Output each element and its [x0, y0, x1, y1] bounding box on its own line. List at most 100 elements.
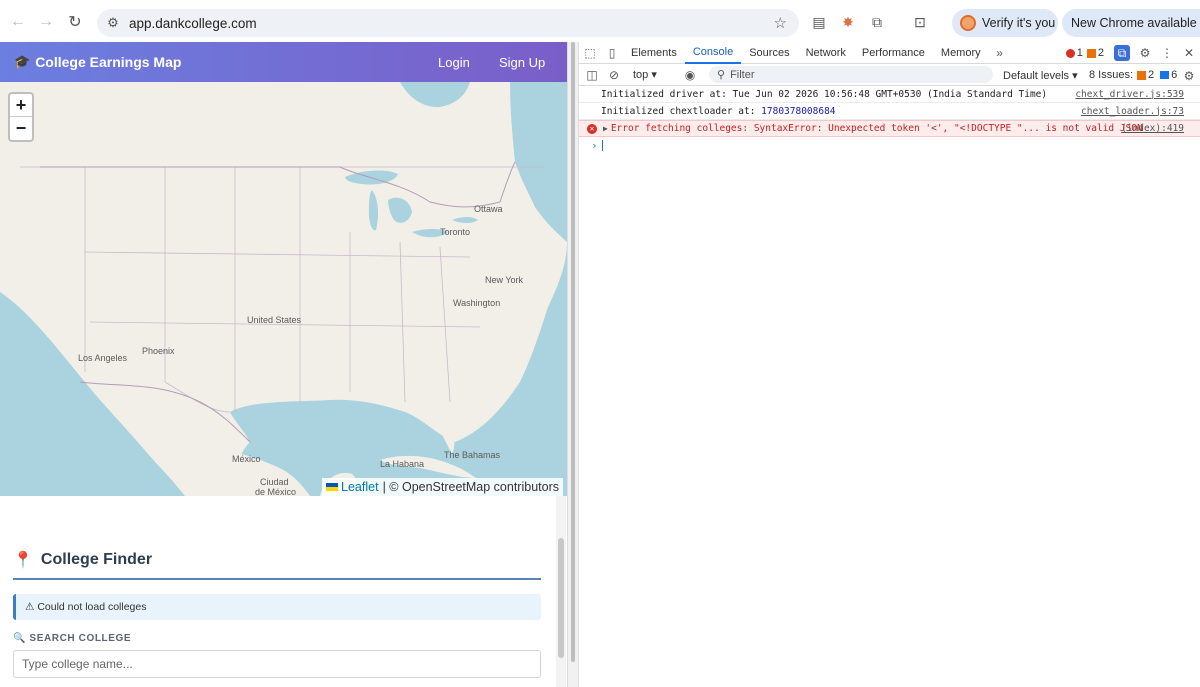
- log-message: Initialized chextloader at:: [601, 105, 762, 117]
- osm-attribution[interactable]: | © OpenStreetMap contributors: [383, 480, 559, 494]
- live-expression-eye-icon[interactable]: ◉: [679, 68, 701, 82]
- ai-assistant-icon[interactable]: ⧉: [1114, 45, 1130, 61]
- inspect-element-icon[interactable]: ⬚: [579, 46, 601, 60]
- log-levels-dropdown[interactable]: Default levels ▾: [1003, 69, 1078, 82]
- map-label-los-angeles: Los Angeles: [78, 353, 128, 363]
- issues-info-icon: [1160, 71, 1170, 79]
- splitter-grip[interactable]: [571, 42, 575, 662]
- devtools-status: 1 2 ⧉ ⚙ ⋮ ✕: [1065, 42, 1200, 64]
- map-label-la-habana: La Habana: [380, 459, 425, 469]
- site-info-icon[interactable]: ⚙: [99, 15, 127, 31]
- log-source-link[interactable]: chext_loader.js:73: [1081, 106, 1184, 117]
- zoom-out-button[interactable]: −: [10, 117, 32, 140]
- graduation-cap-icon: 🎓: [14, 54, 31, 69]
- tab-network[interactable]: Network: [798, 42, 854, 64]
- log-message: Initialized driver at: Tue Jun 02 2026 1…: [601, 88, 1048, 100]
- tab-search-icon[interactable]: ⊡: [910, 12, 930, 32]
- back-icon[interactable]: ←: [4, 8, 32, 36]
- issues-warning-count: 2: [1148, 69, 1155, 81]
- url-text[interactable]: app.dankcollege.com: [129, 16, 257, 31]
- map-label-mexico: México: [232, 454, 261, 464]
- error-log-row[interactable]: ✕ ▶ Error fetching colleges: SyntaxError…: [579, 120, 1200, 137]
- settings-gear-icon[interactable]: ⚙: [1134, 46, 1156, 60]
- device-toolbar-icon[interactable]: ▯: [601, 46, 623, 60]
- warning-icon: [1086, 48, 1096, 58]
- ukraine-flag-icon: [326, 483, 339, 491]
- console-toolbar: ◫ ⊘ top ▾ ◉ ⚲ Filter Default levels ▾ 8 …: [579, 64, 1200, 86]
- extension-burst-icon[interactable]: ✸: [838, 12, 858, 32]
- map-view[interactable]: Ottawa Toronto New York Washington Unite…: [0, 82, 567, 496]
- issues-info-count: 6: [1171, 69, 1178, 81]
- update-label: New Chrome available: [1071, 16, 1197, 30]
- kebab-menu-icon[interactable]: ⋮: [1156, 46, 1178, 60]
- map-pin-icon: 📍: [13, 552, 33, 569]
- signup-link[interactable]: Sign Up: [499, 55, 545, 70]
- app-title[interactable]: 🎓 College Earnings Map: [14, 54, 181, 70]
- search-label: 🔍 SEARCH COLLEGE: [13, 633, 132, 644]
- app-title-text: College Earnings Map: [35, 54, 182, 70]
- error-alert: ⚠ Could not load colleges: [13, 594, 541, 620]
- finder-title: 📍 College Finder: [13, 550, 152, 570]
- more-tabs-icon[interactable]: »: [989, 46, 1011, 60]
- college-finder-panel: 📍 College Finder ⚠ Could not load colleg…: [0, 496, 567, 687]
- tab-memory[interactable]: Memory: [933, 42, 989, 64]
- forward-icon[interactable]: →: [32, 8, 60, 36]
- map-label-ottawa: Ottawa: [474, 204, 503, 214]
- chrome-update-button[interactable]: New Chrome available: [1062, 9, 1200, 37]
- tab-sources[interactable]: Sources: [741, 42, 797, 64]
- context-value: top: [633, 69, 649, 81]
- issues-warning-icon: [1137, 70, 1147, 80]
- zoom-in-button[interactable]: +: [10, 94, 32, 117]
- close-devtools-icon[interactable]: ✕: [1178, 46, 1200, 60]
- tab-elements[interactable]: Elements: [623, 42, 685, 64]
- console-output[interactable]: Initialized driver at: Tue Jun 02 2026 1…: [579, 86, 1200, 153]
- tab-performance[interactable]: Performance: [854, 42, 933, 64]
- finder-divider: [13, 578, 541, 580]
- warning-count: 2: [1097, 47, 1104, 59]
- context-select[interactable]: top ▾: [633, 68, 657, 81]
- console-settings-icon[interactable]: ⚙: [1178, 69, 1200, 83]
- bookmark-star-icon[interactable]: ☆: [774, 14, 787, 32]
- warning-count-badge[interactable]: 2: [1086, 47, 1104, 59]
- extensions-icon[interactable]: ⧉: [867, 12, 887, 32]
- app-header: 🎓 College Earnings Map Login Sign Up: [0, 42, 567, 82]
- reading-mode-icon[interactable]: ▤: [809, 12, 829, 32]
- devtools-tabbar: ⬚ ▯ Elements Console Sources Network Per…: [579, 42, 1200, 64]
- verify-identity-button[interactable]: Verify it's you: [952, 9, 1058, 37]
- web-page: 🎓 College Earnings Map Login Sign Up Ott…: [0, 42, 567, 687]
- leaflet-link[interactable]: Leaflet: [341, 480, 379, 494]
- login-link[interactable]: Login: [438, 55, 470, 70]
- clear-console-icon[interactable]: ⊘: [603, 68, 625, 82]
- address-bar[interactable]: ⚙ app.dankcollege.com ☆: [97, 9, 799, 37]
- filter-placeholder: Filter: [730, 68, 755, 81]
- zoom-control: + −: [8, 92, 34, 142]
- devtools-splitter[interactable]: [567, 42, 579, 687]
- error-source-link[interactable]: (index):419: [1121, 123, 1184, 134]
- map-attribution: Leaflet | © OpenStreetMap contributors: [322, 478, 563, 496]
- finder-title-text: College Finder: [40, 551, 153, 568]
- map-label-new-york: New York: [485, 275, 524, 285]
- map-label-toronto: Toronto: [440, 227, 471, 237]
- map-label-ciudad: Ciudad: [260, 477, 289, 487]
- map-label-bahamas: The Bahamas: [444, 450, 501, 460]
- console-prompt[interactable]: ›: [579, 137, 1200, 153]
- profile-avatar: [960, 15, 976, 31]
- tab-console[interactable]: Console: [684, 42, 742, 64]
- sidebar-toggle-icon[interactable]: ◫: [581, 68, 603, 82]
- log-source-link[interactable]: chext_driver.js:539: [1075, 89, 1184, 100]
- log-row: Initialized driver at: Tue Jun 02 2026 1…: [579, 86, 1200, 103]
- error-count: 1: [1076, 47, 1083, 59]
- error-count-badge[interactable]: 1: [1065, 47, 1083, 59]
- expand-triangle-icon[interactable]: ▶: [603, 124, 608, 133]
- page-scrollbar[interactable]: [556, 496, 566, 687]
- issues-counter[interactable]: 8 Issues: 2 6: [1089, 69, 1177, 81]
- reload-icon[interactable]: ↻: [61, 8, 89, 36]
- issues-label: 8 Issues:: [1089, 69, 1134, 81]
- map-tiles[interactable]: [0, 82, 567, 496]
- college-search-input[interactable]: [13, 650, 541, 678]
- page-scrollbar-thumb[interactable]: [558, 538, 564, 658]
- error-icon: [1065, 48, 1075, 58]
- log-levels-value: Default levels: [1003, 70, 1070, 82]
- devtools-panel: ⬚ ▯ Elements Console Sources Network Per…: [579, 42, 1200, 687]
- console-filter-input[interactable]: ⚲ Filter: [709, 66, 993, 83]
